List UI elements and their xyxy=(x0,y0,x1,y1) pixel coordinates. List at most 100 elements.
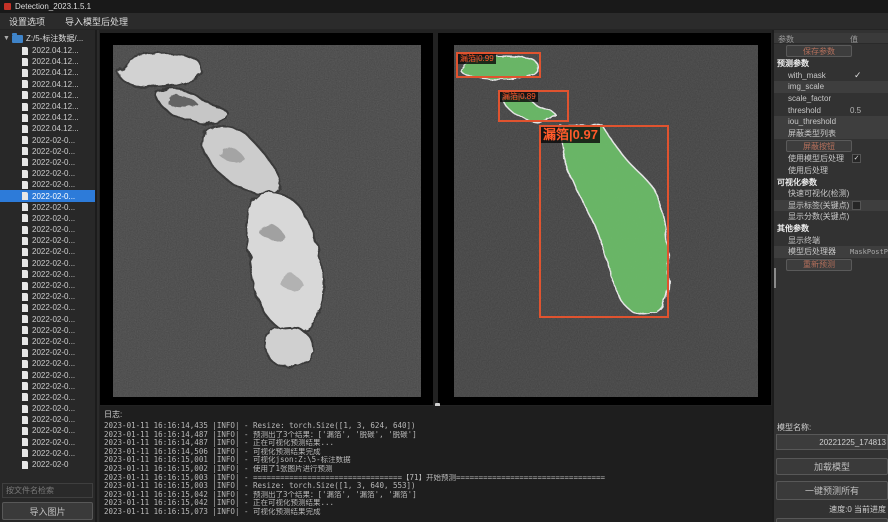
tree-item[interactable]: 2022.04.12... xyxy=(0,112,95,123)
predict-all-button[interactable]: 一键预测所有 xyxy=(776,481,888,500)
tree-item[interactable]: 2022-02-0... xyxy=(0,358,95,369)
params-panel: 参数 值 保存参数预测参数with_mask✓img_scalescale_fa… xyxy=(772,30,888,522)
tree-item-label: 2022-02-0... xyxy=(32,214,75,223)
param-button[interactable]: 屏蔽按钮 xyxy=(786,140,852,152)
prediction-image-frame: 漏箔|0.99 漏箔|0.89 漏箔|0.97 xyxy=(438,33,771,405)
tree-root-folder[interactable]: ▼ Z:/5-标注数据/... xyxy=(0,32,95,45)
tree-item[interactable]: 2022-02-0... xyxy=(0,224,95,235)
tree-item[interactable]: 2022-02-0... xyxy=(0,392,95,403)
file-icon xyxy=(22,47,28,55)
param-row[interactable]: 模型后处理器MaskPostPro xyxy=(774,246,888,258)
tree-item-label: 2022-02-0... xyxy=(32,326,75,335)
param-row[interactable]: threshold0.5 xyxy=(774,104,888,116)
checkmark-icon[interactable]: ✓ xyxy=(854,70,862,81)
file-tree-panel: ▼ Z:/5-标注数据/... 2022.04.12...2022.04.12.… xyxy=(0,30,97,522)
log-line: 2023-01-11 16:16:15,003 |INFO| - Resize:… xyxy=(104,482,768,491)
tree-item[interactable]: 2022-02-0 xyxy=(0,459,95,470)
tree-item[interactable]: 2022-02-0... xyxy=(0,437,95,448)
tree-item[interactable]: 2022-02-0... xyxy=(0,135,95,146)
tree-item[interactable]: 2022-02-0... xyxy=(0,235,95,246)
tree-item-label: 2022-02-0... xyxy=(32,438,75,447)
tree-item[interactable]: 2022-02-0... xyxy=(0,414,95,425)
detection-box-3: 漏箔|0.97 xyxy=(539,125,669,318)
tree-item[interactable]: 2022.04.12... xyxy=(0,123,95,134)
tree-item[interactable]: 2022-02-0... xyxy=(0,213,95,224)
file-icon xyxy=(22,158,28,166)
param-row: 预测参数 xyxy=(774,58,888,70)
param-row[interactable]: img_scale xyxy=(774,81,888,93)
log-line: 2023-01-11 16:16:15,003 |INFO| - =======… xyxy=(104,474,768,483)
param-button[interactable]: 保存参数 xyxy=(786,45,852,57)
tree-item[interactable]: 2022-02-0... xyxy=(0,157,95,168)
param-row[interactable]: scale_factor xyxy=(774,93,888,105)
load-model-button[interactable]: 加载模型 xyxy=(776,458,888,475)
prediction-image[interactable]: 漏箔|0.99 漏箔|0.89 漏箔|0.97 xyxy=(454,45,758,397)
folder-icon xyxy=(12,35,23,43)
tree-item[interactable]: 2022-02-0... xyxy=(0,190,95,201)
file-icon xyxy=(22,326,28,334)
tree-item[interactable]: 2022.04.12... xyxy=(0,67,95,78)
param-button[interactable]: 重新预测 xyxy=(786,259,852,271)
tree-item[interactable]: 2022-02-0... xyxy=(0,179,95,190)
tree-item[interactable]: 2022-02-0... xyxy=(0,425,95,436)
postprocess-settings-button[interactable]: 后处理参数设置 xyxy=(776,518,888,522)
tree-item[interactable]: 2022.04.12... xyxy=(0,45,95,56)
menu-item-import-postprocess[interactable]: 导入模型后处理 xyxy=(65,15,128,28)
tree-item[interactable]: 2022-02-0... xyxy=(0,202,95,213)
tree-item[interactable]: 2022-02-0... xyxy=(0,269,95,280)
tree-item[interactable]: 2022.04.12... xyxy=(0,79,95,90)
original-image-frame xyxy=(100,33,433,405)
param-row[interactable]: 显示分数(关键点) xyxy=(774,211,888,223)
tree-item-label: 2022-02-0... xyxy=(32,415,75,424)
param-row[interactable]: 显示标签(关键点) xyxy=(774,200,888,212)
param-name: 使用模型后处理 xyxy=(774,153,844,164)
param-row[interactable]: with_mask✓ xyxy=(774,70,888,82)
filename-search-input[interactable]: 按文件名检索 xyxy=(2,483,93,498)
tree-item[interactable]: 2022.04.12... xyxy=(0,56,95,67)
log-line: 2023-01-11 16:16:14,487 |INFO| - 预测出了3个结… xyxy=(104,431,768,440)
tree-item[interactable]: 2022-02-0... xyxy=(0,347,95,358)
tree-item[interactable]: 2022-02-0... xyxy=(0,302,95,313)
tree-item[interactable]: 2022.04.12... xyxy=(0,101,95,112)
tree-item[interactable]: 2022-02-0... xyxy=(0,403,95,414)
model-select[interactable]: 20221225_174813 xyxy=(776,434,888,450)
tree-item[interactable]: 2022-02-0... xyxy=(0,325,95,336)
log-header: 日志: xyxy=(104,409,768,420)
scrollbar-handle[interactable] xyxy=(774,268,776,288)
param-row[interactable]: 显示终端 xyxy=(774,234,888,246)
tree-item[interactable]: 2022-02-0... xyxy=(0,280,95,291)
import-images-button[interactable]: 导入图片 xyxy=(2,502,93,520)
tree-item[interactable]: 2022-02-0... xyxy=(0,336,95,347)
checkbox-unchecked[interactable] xyxy=(852,201,861,210)
param-value: 0.5 xyxy=(850,106,861,115)
tree-item[interactable]: 2022-02-0... xyxy=(0,258,95,269)
param-row[interactable]: iou_threshold xyxy=(774,116,888,128)
chevron-down-icon[interactable]: ▼ xyxy=(3,35,10,42)
tree-item[interactable]: 2022-02-0... xyxy=(0,369,95,380)
tree-item[interactable]: 2022-02-0... xyxy=(0,381,95,392)
file-icon xyxy=(22,382,28,390)
menu-item-settings[interactable]: 设置选项 xyxy=(9,15,45,28)
tree-item[interactable]: 2022-02-0... xyxy=(0,168,95,179)
tree-item[interactable]: 2022-02-0... xyxy=(0,246,95,257)
detection-label-3: 漏箔|0.97 xyxy=(541,127,600,143)
tree-item[interactable]: 2022-02-0... xyxy=(0,291,95,302)
param-row[interactable]: 快速可视化(检测) xyxy=(774,188,888,200)
file-icon xyxy=(22,405,28,413)
param-row[interactable]: 屏蔽类型列表 xyxy=(774,128,888,140)
checkbox-checked[interactable]: ✓ xyxy=(852,154,861,163)
title-bar: Detection_2023.1.5.1 xyxy=(0,0,888,13)
tree-item[interactable]: 2022-02-0... xyxy=(0,314,95,325)
param-row[interactable]: 使用模型后处理 ✓ xyxy=(774,153,888,165)
tree-item[interactable]: 2022-02-0... xyxy=(0,448,95,459)
log-line: 2023-01-11 16:16:14,506 |INFO| - 可视化预测结果… xyxy=(104,448,768,457)
tree-item[interactable]: 2022.04.12... xyxy=(0,90,95,101)
tree-item[interactable]: 2022-02-0... xyxy=(0,146,95,157)
tree-item-label: 2022-02-0... xyxy=(32,348,75,357)
progress-text: 速度:0 当前进度 xyxy=(774,504,886,515)
param-row[interactable]: 使用后处理 xyxy=(774,165,888,177)
tree-item-label: 2022-02-0... xyxy=(32,203,75,212)
original-image[interactable] xyxy=(113,45,421,397)
tree-item-label: 2022.04.12... xyxy=(32,80,79,89)
tree-item-label: 2022-02-0... xyxy=(32,169,75,178)
